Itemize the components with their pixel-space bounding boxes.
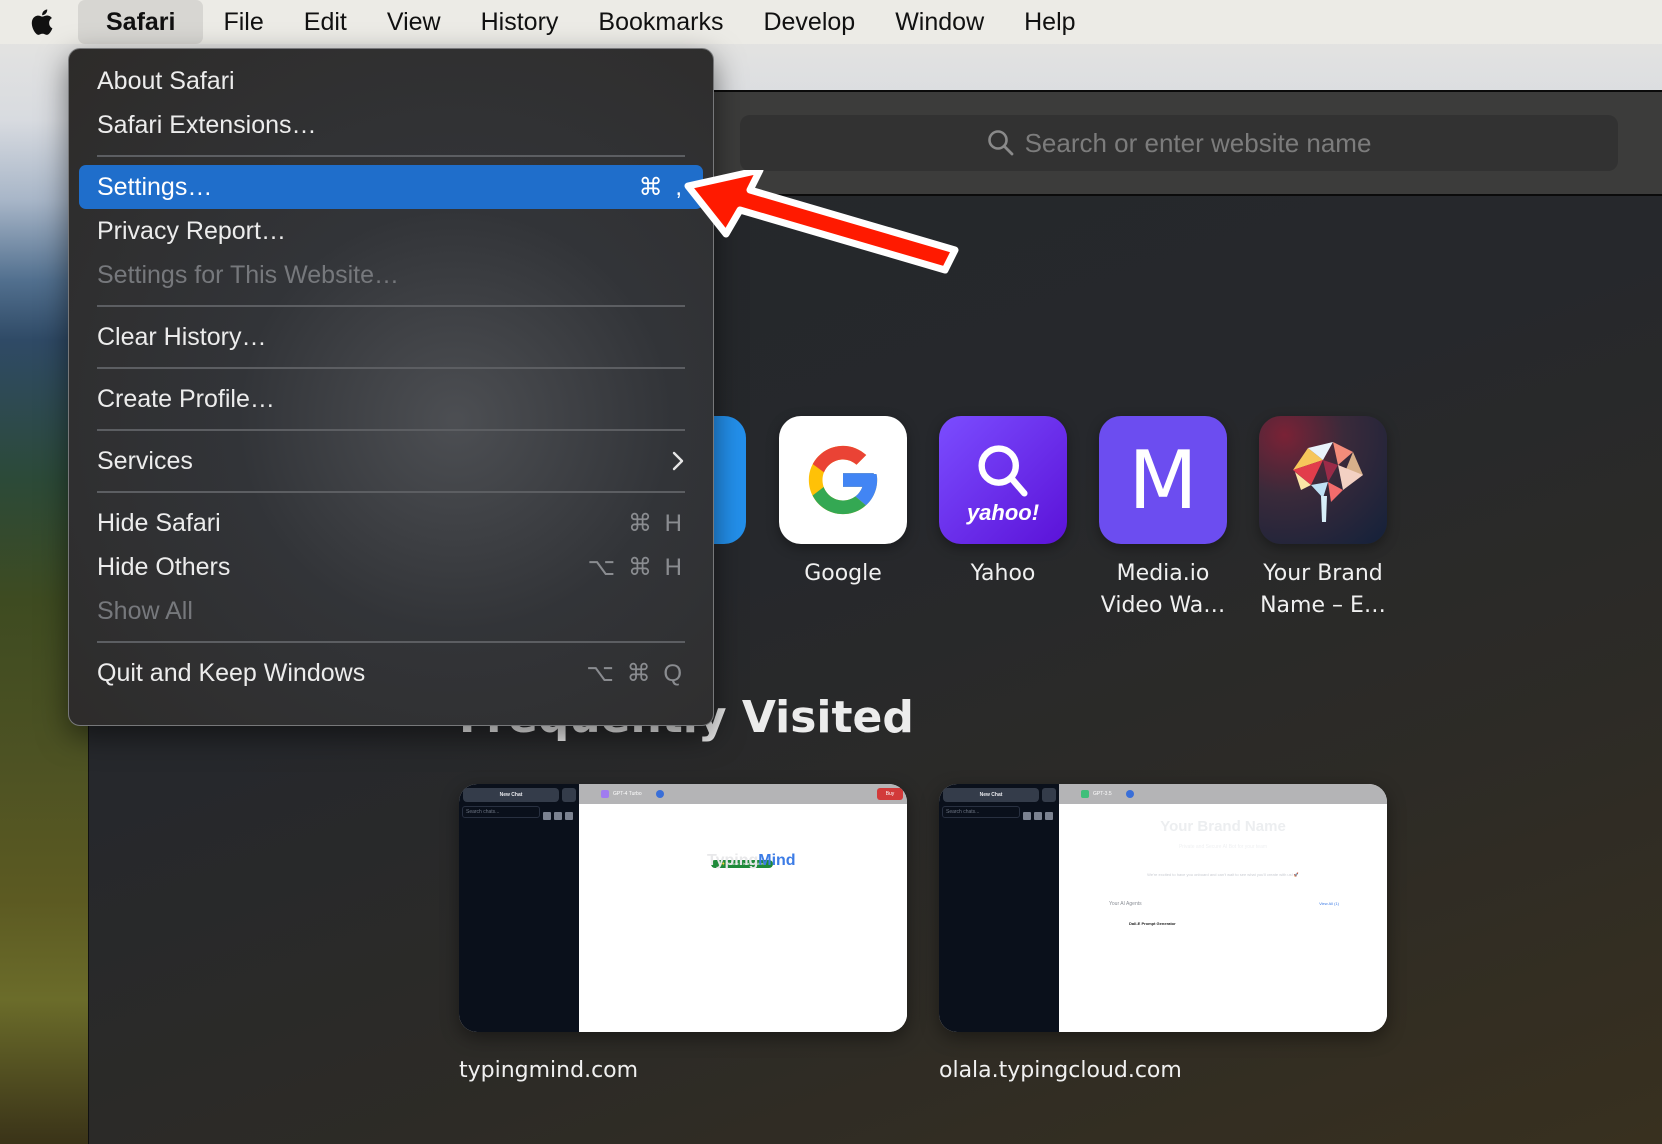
polygon-brain-icon xyxy=(1259,416,1387,544)
menubar-help[interactable]: Help xyxy=(1004,0,1095,44)
yahoo-wordmark: yahoo! xyxy=(966,500,1040,525)
shortcut-label: ⌘ , xyxy=(638,173,685,201)
red-arrow-annotation-icon xyxy=(684,170,959,274)
favorite-yahoo[interactable]: yahoo! Yahoo xyxy=(939,416,1067,590)
menu-item-safari-extensions[interactable]: Safari Extensions… xyxy=(79,103,703,147)
menu-item-quit-keep-windows[interactable]: Quit and Keep Windows ⌥ ⌘ Q xyxy=(79,651,703,695)
favorite-google[interactable]: Google xyxy=(779,416,907,590)
menu-item-about-safari[interactable]: About Safari xyxy=(79,59,703,103)
shortcut-label: ⌥ ⌘ H xyxy=(587,553,685,581)
magnifying-glass-icon xyxy=(987,130,1013,156)
site-thumbnail: New Chat Search chats... GPT-4 Turbo Buy… xyxy=(459,784,907,1032)
media-io-m-icon: M xyxy=(1099,416,1227,544)
menubar-bookmarks[interactable]: Bookmarks xyxy=(578,0,743,44)
menubar-view[interactable]: View xyxy=(367,0,461,44)
shortcut-label: ⌥ ⌘ Q xyxy=(586,659,685,687)
menu-item-services[interactable]: Services xyxy=(79,439,703,483)
menu-separator xyxy=(97,305,685,307)
favorite-label: Media.io Video Wa… xyxy=(1100,561,1226,618)
menubar-file[interactable]: File xyxy=(203,0,283,44)
favorite-label: Your Brand Name – E… xyxy=(1260,561,1386,618)
menu-item-hide-safari[interactable]: Hide Safari ⌘ H xyxy=(79,501,703,545)
menu-item-settings[interactable]: Settings… ⌘ , xyxy=(79,165,703,209)
menu-separator xyxy=(97,155,685,157)
menu-item-hide-others[interactable]: Hide Others ⌥ ⌘ H xyxy=(79,545,703,589)
menu-bar: Safari File Edit View History Bookmarks … xyxy=(0,0,1662,44)
site-thumbnail: New Chat Search chats... GPT-3.5 Your Br… xyxy=(939,784,1387,1032)
menu-item-clear-history[interactable]: Clear History… xyxy=(79,315,703,359)
menubar-safari[interactable]: Safari xyxy=(78,0,204,44)
menu-separator xyxy=(97,367,685,369)
favorite-label: Yahoo xyxy=(970,561,1036,586)
menu-separator xyxy=(97,641,685,643)
shortcut-label: ⌘ H xyxy=(628,509,685,537)
menubar-edit[interactable]: Edit xyxy=(284,0,367,44)
favorite-label: Google xyxy=(804,561,882,586)
site-label: typingmind.com xyxy=(459,1058,639,1083)
frequently-visited-typingcloud[interactable]: New Chat Search chats... GPT-3.5 Your Br… xyxy=(939,784,1387,1083)
address-placeholder: Search or enter website name xyxy=(1024,127,1372,158)
menu-item-privacy-report[interactable]: Privacy Report… xyxy=(79,209,703,253)
favorite-your-brand[interactable]: Your Brand Name – E… xyxy=(1259,416,1387,622)
menu-separator xyxy=(97,491,685,493)
frequently-visited-typingmind[interactable]: New Chat Search chats... GPT-4 Turbo Buy… xyxy=(459,784,907,1083)
chevron-right-icon xyxy=(672,451,684,471)
address-bar[interactable]: Search or enter website name xyxy=(740,115,1618,171)
menu-separator xyxy=(97,429,685,431)
google-g-icon xyxy=(779,416,907,544)
menu-item-show-all: Show All xyxy=(97,596,193,625)
menu-item-create-profile[interactable]: Create Profile… xyxy=(79,377,703,421)
menubar-window[interactable]: Window xyxy=(875,0,1004,44)
typingmind-logo: TypingMind xyxy=(707,852,796,869)
menu-item-settings-for-website: Settings for This Website… xyxy=(97,260,399,289)
menubar-develop[interactable]: Develop xyxy=(743,0,875,44)
apple-logo-icon[interactable] xyxy=(26,7,56,37)
favorite-media-io[interactable]: M Media.io Video Wa… xyxy=(1099,416,1227,622)
yahoo-search-icon: yahoo! xyxy=(939,416,1067,544)
safari-app-menu: About Safari Safari Extensions… Settings… xyxy=(68,48,714,726)
menubar-history[interactable]: History xyxy=(461,0,579,44)
site-label: olala.typingcloud.com xyxy=(939,1058,1182,1083)
thumb-new-chat: New Chat xyxy=(463,788,559,802)
